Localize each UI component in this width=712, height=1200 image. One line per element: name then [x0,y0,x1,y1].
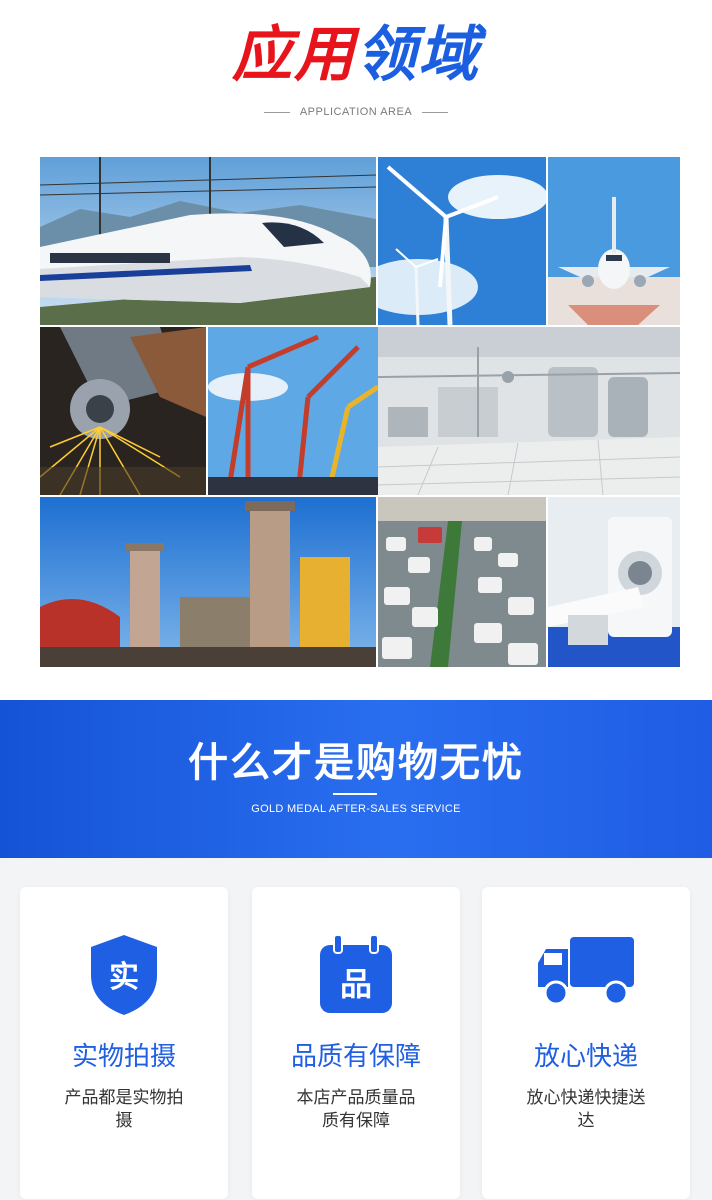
service-card-quality: 品 品质有保障 本店产品质量品质有保障 [252,887,460,1199]
section-title: 应用领域 [0,18,712,92]
card-title: 品质有保障 [290,1042,421,1072]
calendar-icon: 品 [316,933,396,1021]
photo-traffic [378,497,546,667]
truck-icon [536,933,636,1017]
card-title: 实物拍摄 [71,1042,176,1072]
card-title: 放心快递 [533,1042,638,1072]
photo-power-plant [40,497,376,667]
photo-wind-turbines [378,157,546,325]
photo-cranes [208,327,378,495]
page-title: 应用领域 [0,18,712,92]
title-blue-part: 领域 [356,20,480,90]
service-banner-divider [333,793,377,795]
service-banner-subtitle: GOLD MEDAL AFTER-SALES SERVICE [251,803,461,815]
service-card-delivery: 放心快递 放心快递快捷送达 [482,887,690,1199]
section-subtitle-row: APPLICATION AREA [0,106,712,118]
divider-right [422,111,449,113]
card-description: 放心快递快捷送达 [526,1088,646,1131]
divider-left [263,111,290,113]
shield-icon: 实 [87,933,161,1021]
title-red-part: 应用 [232,20,356,90]
card-description: 本店产品质量品质有保障 [296,1088,416,1131]
card-description: 产品都是实物拍摄 [64,1088,184,1131]
photo-bullet-train [40,157,376,325]
photo-angle-grinder [40,327,206,495]
application-collage [40,157,680,667]
shield-icon-text: 实 [109,960,139,995]
calendar-icon-text: 品 [340,965,372,1003]
service-banner-title: 什么才是购物无忧 [188,740,524,786]
photo-ct-scanner [548,497,680,667]
photo-factory-interior [378,327,680,495]
section-subtitle: APPLICATION AREA [299,106,413,118]
photo-airplane [548,157,680,325]
service-card-real-photo: 实 实物拍摄 产品都是实物拍摄 [20,887,228,1199]
service-banner: 什么才是购物无忧 GOLD MEDAL AFTER-SALES SERVICE [0,700,712,858]
